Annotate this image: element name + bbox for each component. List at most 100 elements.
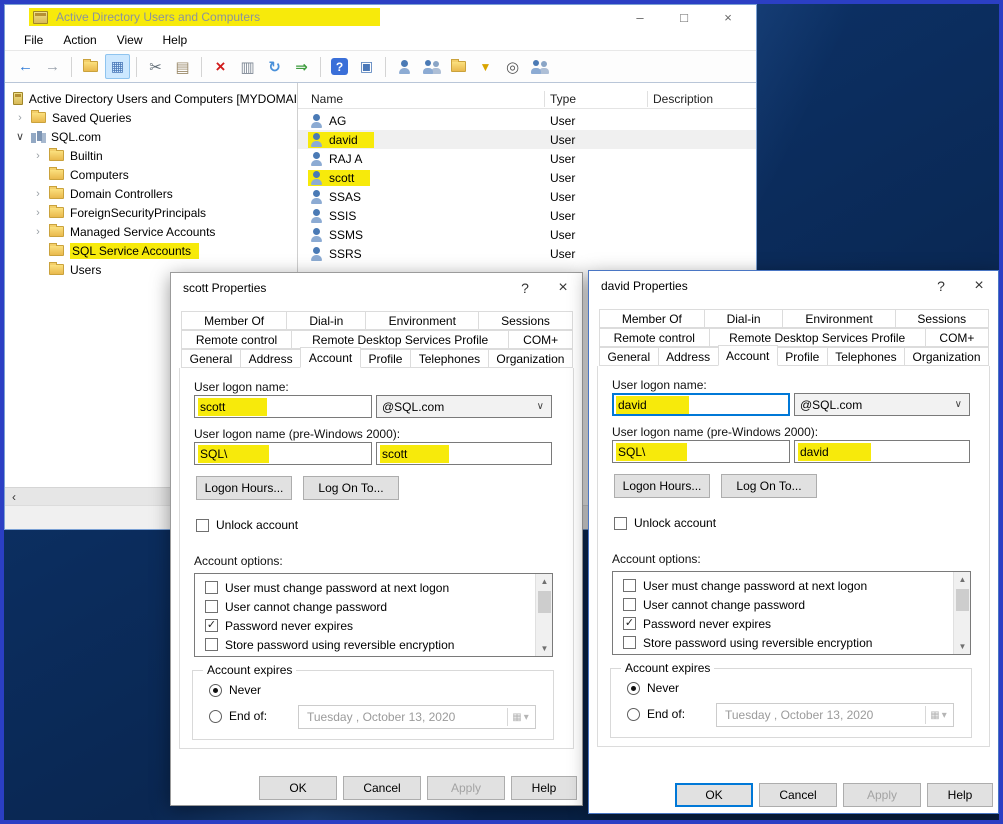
chevron-right-icon[interactable]: › (33, 150, 43, 162)
chevron-right-icon[interactable]: › (15, 112, 25, 124)
expire-date-picker[interactable]: Tuesday , October 13, 2020 ▦▾ (298, 705, 536, 729)
filter-icon[interactable]: ▼ (473, 54, 498, 79)
new-window-icon[interactable]: ▣ (354, 54, 379, 79)
list-row-ag[interactable]: AG User (298, 111, 756, 130)
checkbox-checked-icon[interactable]: ✓ (623, 617, 636, 630)
tab-general[interactable]: General (181, 349, 241, 368)
tree-item-root[interactable]: Active Directory Users and Computers [MY… (5, 89, 297, 108)
scroll-up-icon[interactable]: ▲ (536, 574, 553, 589)
dialog-close-icon[interactable]: × (962, 271, 996, 301)
cancel-button[interactable]: Cancel (343, 776, 421, 800)
new-group-icon[interactable] (419, 54, 444, 79)
paste-icon[interactable]: ▤ (170, 54, 195, 79)
checkbox-icon[interactable] (205, 638, 218, 651)
logon-name-input[interactable]: david (612, 393, 790, 416)
tree-item-computers[interactable]: Computers (5, 165, 297, 184)
tree-item-builtin[interactable]: › Builtin (5, 146, 297, 165)
apply-button[interactable]: Apply (843, 783, 921, 807)
dialog-help-icon[interactable]: ? (508, 273, 542, 303)
upn-suffix-dropdown[interactable]: @SQL.com∨ (376, 395, 552, 418)
tab-general[interactable]: General (599, 347, 659, 366)
log-on-to-button[interactable]: Log On To... (721, 474, 817, 498)
chevron-right-icon[interactable]: › (33, 226, 43, 238)
pre2000-domain-input[interactable]: SQL\ (612, 440, 790, 463)
tree-item-foreign-security-principals[interactable]: › ForeignSecurityPrincipals (5, 203, 297, 222)
tab-address[interactable]: Address (240, 349, 301, 368)
unlock-account-checkbox[interactable]: Unlock account (196, 518, 298, 532)
find-icon[interactable]: ◎ (500, 54, 525, 79)
new-user-icon[interactable] (392, 54, 417, 79)
tab-profile[interactable]: Profile (777, 347, 828, 366)
column-header-name[interactable]: Name (311, 89, 343, 109)
tab-address[interactable]: Address (658, 347, 719, 366)
delete-icon[interactable]: × (208, 54, 233, 79)
pre2000-name-input[interactable]: scott (376, 442, 552, 465)
refresh-icon[interactable]: ↻ (262, 54, 287, 79)
chevron-right-icon[interactable]: › (33, 207, 43, 219)
close-icon[interactable]: × (706, 5, 750, 29)
tab-dial-in[interactable]: Dial-in (286, 311, 366, 330)
cut-icon[interactable]: ✂ (143, 54, 168, 79)
chevron-down-icon[interactable]: ∨ (15, 130, 25, 143)
tree-item-sql-service-accounts[interactable]: SQL Service Accounts (5, 241, 297, 260)
delegate-icon[interactable] (527, 54, 552, 79)
tab-sessions[interactable]: Sessions (895, 309, 989, 328)
tab-com-plus[interactable]: COM+ (508, 330, 573, 349)
option-cannot-change-password[interactable]: User cannot change password (623, 595, 805, 614)
scrollbar-thumb[interactable] (538, 591, 551, 613)
cancel-button[interactable]: Cancel (759, 783, 837, 807)
tab-account[interactable]: Account (300, 347, 361, 368)
tree-item-managed-service-accounts[interactable]: › Managed Service Accounts (5, 222, 297, 241)
checkbox-icon[interactable] (623, 579, 636, 592)
new-ou-icon[interactable] (446, 54, 471, 79)
back-icon[interactable]: ← (13, 54, 38, 79)
tab-sessions[interactable]: Sessions (478, 311, 573, 330)
checkbox-icon[interactable] (205, 600, 218, 613)
tab-member-of[interactable]: Member Of (599, 309, 705, 328)
ok-button[interactable]: OK (675, 783, 753, 807)
option-cannot-change-password[interactable]: User cannot change password (205, 597, 387, 616)
radio-selected-icon[interactable] (209, 684, 222, 697)
menu-file[interactable]: File (15, 31, 52, 49)
radio-icon[interactable] (209, 710, 222, 723)
show-console-tree-icon[interactable]: ▦ (105, 54, 130, 79)
tree-item-sql-com[interactable]: ∨ SQL.com (5, 127, 297, 146)
unlock-account-checkbox[interactable]: Unlock account (614, 516, 716, 530)
expires-never-radio[interactable]: Never (209, 683, 261, 697)
radio-selected-icon[interactable] (627, 682, 640, 695)
tab-account[interactable]: Account (718, 345, 778, 366)
listbox-scrollbar[interactable]: ▲ ▼ (535, 574, 552, 656)
logon-hours-button[interactable]: Logon Hours... (614, 474, 710, 498)
option-password-never-expires[interactable]: ✓ Password never expires (623, 614, 771, 633)
expires-end-of-radio[interactable]: End of: (627, 707, 685, 721)
scroll-up-icon[interactable]: ▲ (954, 572, 971, 587)
upn-suffix-dropdown[interactable]: @SQL.com∨ (794, 393, 970, 416)
tab-remote-control[interactable]: Remote control (599, 328, 710, 347)
column-header-type[interactable]: Type (550, 89, 576, 109)
list-row-ssas[interactable]: SSAS User (298, 187, 756, 206)
forward-icon[interactable]: → (40, 54, 65, 79)
tab-organization[interactable]: Organization (904, 347, 989, 366)
up-one-level-icon[interactable] (78, 54, 103, 79)
calendar-icon[interactable]: ▦▾ (507, 708, 533, 726)
tab-organization[interactable]: Organization (488, 349, 573, 368)
column-header-description[interactable]: Description (653, 89, 713, 109)
tab-telephones[interactable]: Telephones (827, 347, 905, 366)
tab-environment[interactable]: Environment (365, 311, 479, 330)
menu-help[interactable]: Help (154, 31, 197, 49)
list-row-david[interactable]: david User (298, 130, 756, 149)
tab-remote-control[interactable]: Remote control (181, 330, 292, 349)
logon-name-input[interactable]: scott (194, 395, 372, 418)
apply-button[interactable]: Apply (427, 776, 505, 800)
export-list-icon[interactable]: ⇒ (289, 54, 314, 79)
dialog-help-icon[interactable]: ? (924, 271, 958, 301)
tab-member-of[interactable]: Member Of (181, 311, 287, 330)
option-password-never-expires[interactable]: ✓ Password never expires (205, 616, 353, 635)
option-reversible-encryption[interactable]: Store password using reversible encrypti… (205, 635, 454, 654)
list-row-raj-a[interactable]: RAJ A User (298, 149, 756, 168)
list-row-ssrs[interactable]: SSRS User (298, 244, 756, 263)
checkbox-icon[interactable] (205, 581, 218, 594)
list-row-ssis[interactable]: SSIS User (298, 206, 756, 225)
expires-end-of-radio[interactable]: End of: (209, 709, 267, 723)
scroll-down-icon[interactable]: ▼ (954, 639, 971, 654)
